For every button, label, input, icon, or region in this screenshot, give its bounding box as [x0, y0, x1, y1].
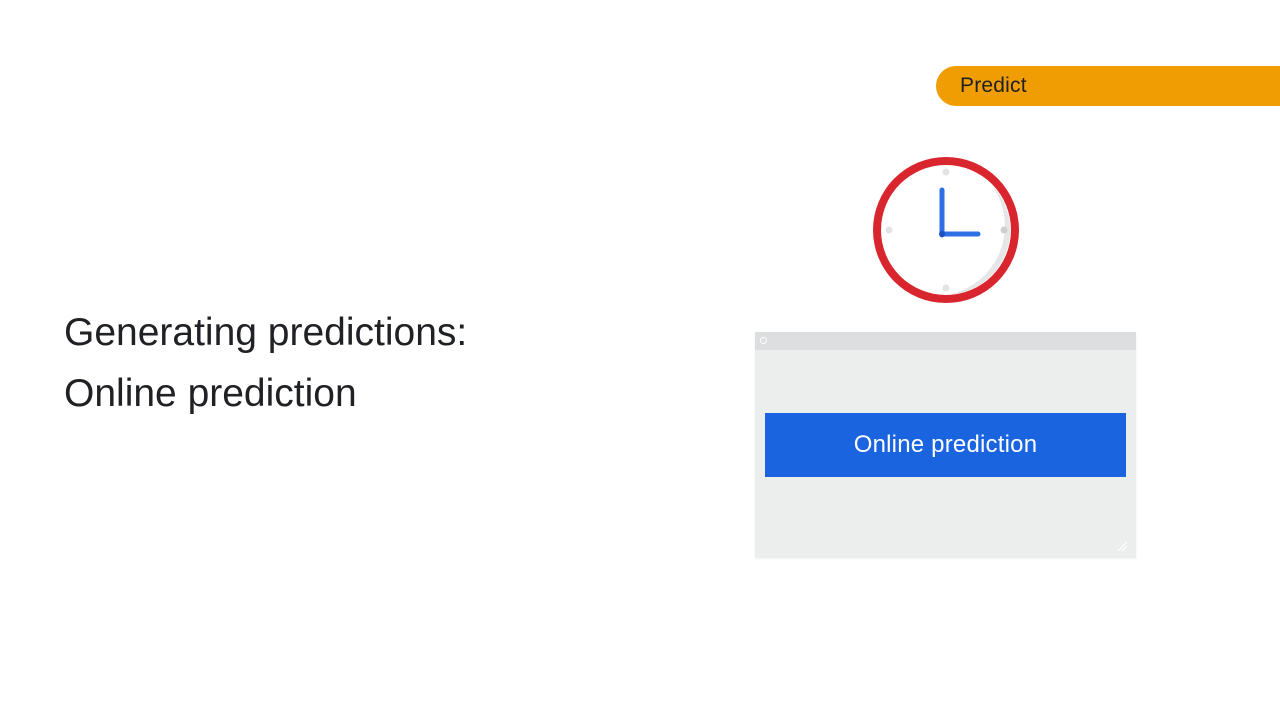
- slide-title: Generating predictions: Online predictio…: [64, 302, 467, 424]
- clock-center: [939, 231, 945, 237]
- app-window: Online prediction: [755, 332, 1136, 558]
- online-prediction-button-label: Online prediction: [853, 431, 1038, 458]
- window-title-bar: [755, 332, 1136, 350]
- slide-title-line-2: Online prediction: [64, 372, 357, 415]
- clock-tick-9: [885, 226, 893, 234]
- slide-title-line-1: Generating predictions:: [64, 311, 468, 354]
- clock-icon: [873, 157, 1019, 303]
- section-tag-label: Predict: [960, 74, 1027, 97]
- section-tag: Predict: [936, 66, 1280, 106]
- online-prediction-button[interactable]: Online prediction: [765, 413, 1126, 477]
- window-control-icon[interactable]: [760, 337, 767, 344]
- clock-tick-12: [942, 168, 950, 176]
- clock-tick-6: [942, 284, 950, 292]
- resize-handle-icon[interactable]: [1116, 540, 1128, 552]
- clock-tick-3: [1000, 226, 1008, 234]
- slide: Predict Generating predictions: Online p…: [0, 0, 1280, 720]
